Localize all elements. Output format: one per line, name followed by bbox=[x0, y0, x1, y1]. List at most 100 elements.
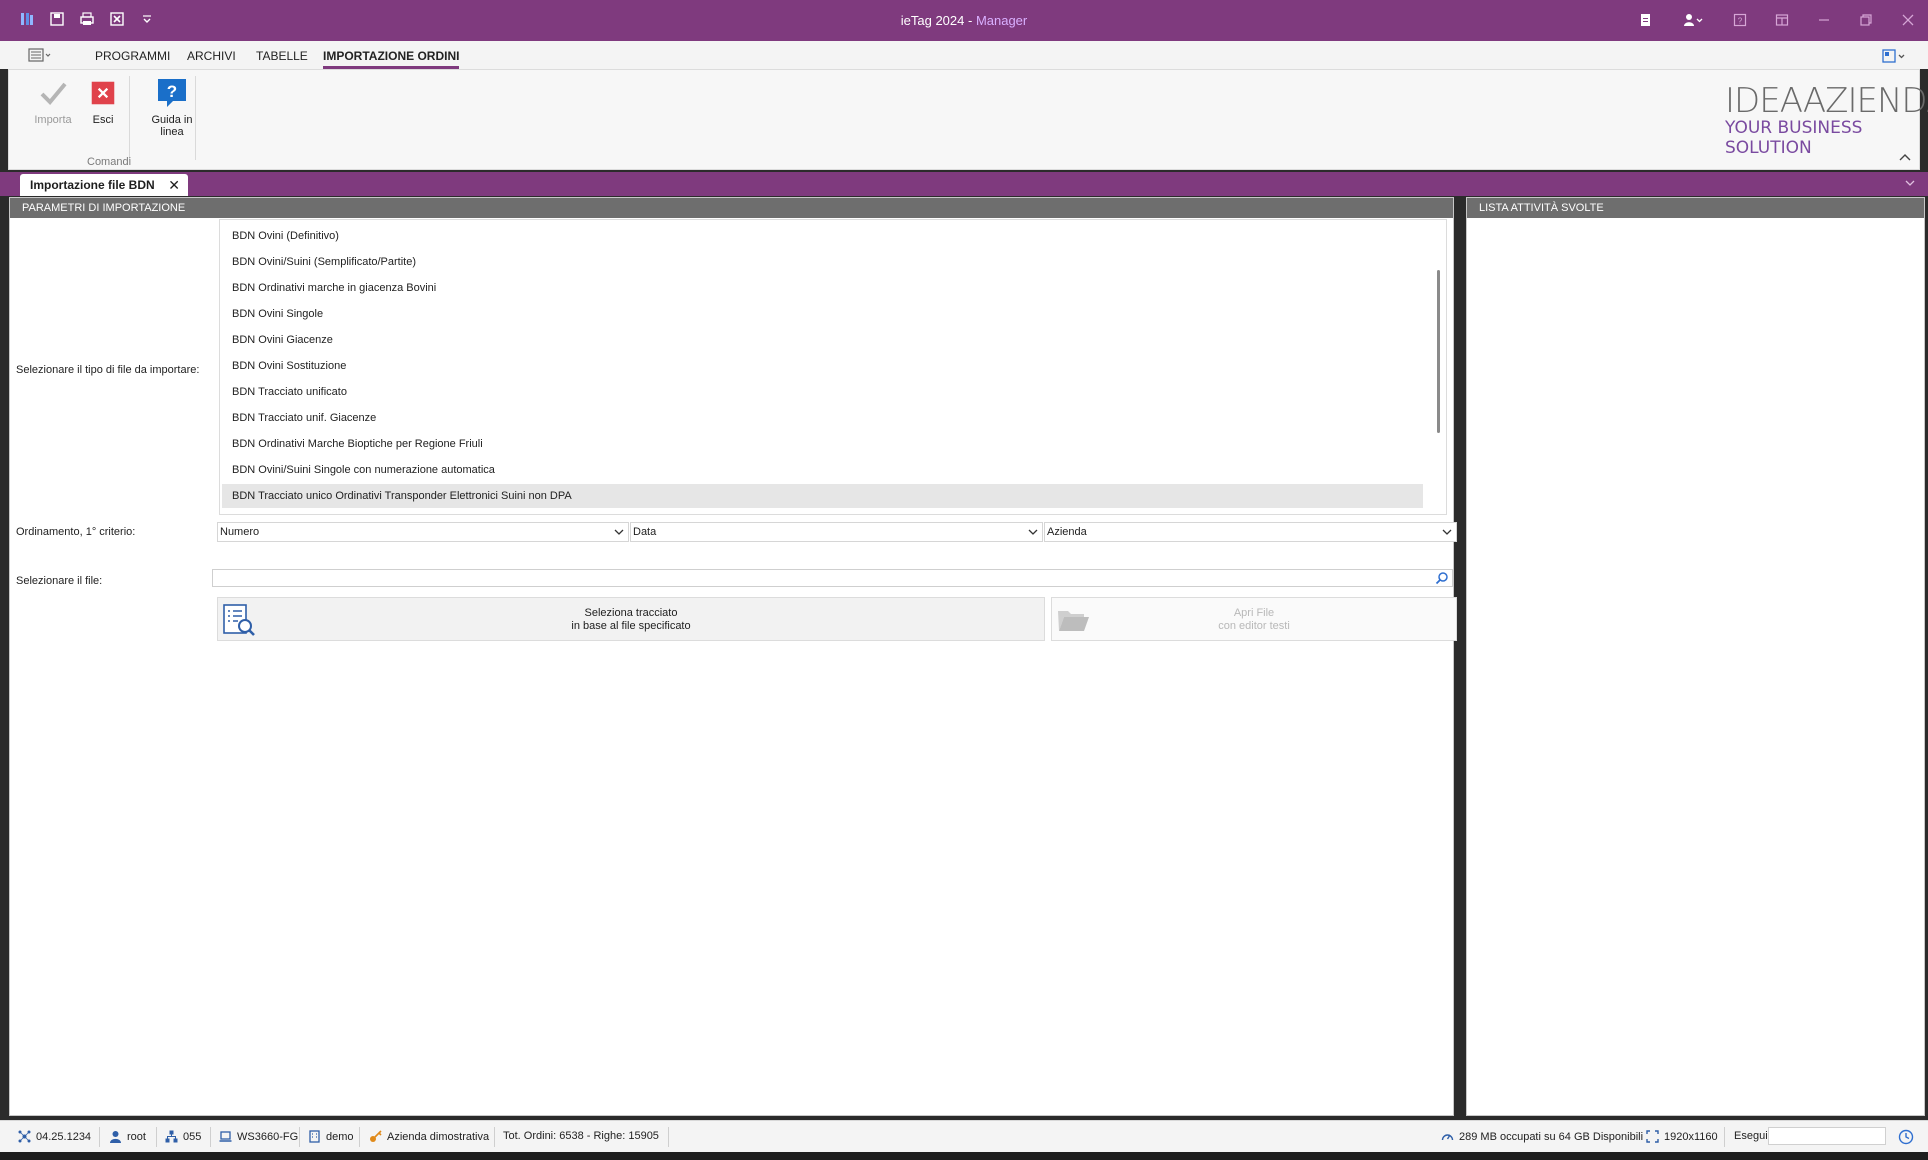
user-menu-icon[interactable] bbox=[1678, 8, 1708, 32]
layout-icon[interactable] bbox=[1772, 8, 1792, 32]
panel-header-parameters: PARAMETRI DI IMPORTAZIONE bbox=[10, 198, 1453, 218]
open-file-editor-button[interactable]: Apri File con editor testi bbox=[1051, 597, 1457, 641]
key-icon bbox=[370, 1130, 382, 1142]
status-bar: 04.25.1234 root 055 WS3660-FG demo Azien… bbox=[0, 1120, 1928, 1152]
list-item[interactable]: BDN Ordinativi Marche Bioptiche per Regi… bbox=[222, 432, 1423, 456]
gauge-icon bbox=[1441, 1134, 1454, 1141]
status-separator bbox=[359, 1127, 360, 1147]
list-item[interactable]: BDN Ovini/Suini (Semplificato/Partite) bbox=[222, 250, 1423, 274]
chevron-down-icon bbox=[1442, 529, 1452, 535]
company-text: Azienda dimostrativa bbox=[387, 1130, 490, 1143]
activity-list-panel: LISTA ATTIVITÀ SVOLTE bbox=[1466, 197, 1925, 1116]
file-type-label: Selezionare il tipo di file da importare… bbox=[16, 364, 200, 376]
select-layout-label-1: Seleziona tracciato bbox=[584, 607, 678, 619]
panel-header-activities: LISTA ATTIVITÀ SVOLTE bbox=[1467, 198, 1924, 218]
tab-list-chevron-icon[interactable] bbox=[1904, 177, 1916, 189]
exec-label: Esegui bbox=[1734, 1130, 1768, 1142]
ribbon: Importa Esci ? Guida in linea Comandi ID… bbox=[8, 69, 1928, 170]
list-item[interactable]: BDN Ovini Singole bbox=[222, 302, 1423, 326]
sort-combo-1-value: Numero bbox=[220, 526, 260, 538]
group-label-comandi: Comandi bbox=[87, 156, 132, 168]
status-separator bbox=[668, 1127, 669, 1147]
clock-icon[interactable] bbox=[1898, 1129, 1914, 1145]
tab-tabelle[interactable]: TABELLE bbox=[256, 49, 308, 63]
exit-icon bbox=[88, 78, 118, 108]
list-item[interactable]: BDN Ovini Sostituzione bbox=[222, 354, 1423, 378]
close-icon[interactable] bbox=[1898, 8, 1918, 32]
status-resolution: 1920x1160 bbox=[1646, 1130, 1718, 1143]
doc-tab-close-icon[interactable]: ✕ bbox=[168, 177, 180, 194]
title-role: Manager bbox=[975, 13, 1028, 28]
import-parameters-panel: PARAMETRI DI IMPORTAZIONE Selezionare il… bbox=[9, 197, 1457, 1116]
company-logo: IDEAAZIENDA YOUR BUSINESS SOLUTION bbox=[1725, 84, 1928, 158]
hierarchy-icon bbox=[165, 1130, 178, 1143]
search-icon[interactable] bbox=[1435, 571, 1449, 585]
status-database: demo bbox=[308, 1130, 354, 1143]
status-separator bbox=[494, 1127, 495, 1147]
tab-programmi[interactable]: PROGRAMMI bbox=[95, 49, 170, 63]
version-text: 04.25.1234 bbox=[36, 1130, 92, 1143]
list-item[interactable]: BDN Ordinativi marche in giacenza Bovini bbox=[222, 276, 1423, 300]
exec-command-input[interactable] bbox=[1768, 1127, 1886, 1145]
list-item[interactable]: BDN Ovini/Suini Singole con numerazione … bbox=[222, 458, 1423, 482]
list-scrollbar[interactable] bbox=[1437, 270, 1440, 433]
laptop-icon bbox=[219, 1131, 232, 1142]
list-item[interactable]: BDN Tracciato unif. Giacenze bbox=[222, 406, 1423, 430]
exit-button[interactable]: Esci bbox=[79, 78, 127, 126]
status-orders: Tot. Ordini: 6538 - Righe: 15905 bbox=[503, 1130, 659, 1142]
status-separator bbox=[99, 1127, 100, 1147]
import-label: Importa bbox=[34, 114, 72, 126]
doc-tab-label: Importazione file BDN bbox=[30, 178, 155, 192]
tab-archivi[interactable]: ARCHIVI bbox=[187, 49, 236, 63]
open-file-label-2: con editor testi bbox=[1218, 620, 1290, 632]
group-separator bbox=[195, 76, 196, 160]
help-icon[interactable]: ? bbox=[1730, 8, 1750, 32]
user-icon bbox=[110, 1131, 121, 1143]
select-layout-label-2: in base al file specificato bbox=[571, 620, 691, 632]
sort-combo-2[interactable]: Data bbox=[630, 522, 1043, 542]
list-item[interactable]: BDN Ovini (Definitivo) bbox=[222, 224, 1423, 248]
svg-text:?: ? bbox=[1738, 17, 1743, 26]
list-item[interactable]: BDN Tracciato unificato bbox=[222, 380, 1423, 404]
list-item[interactable]: BDN Ovini Giacenze bbox=[222, 328, 1423, 352]
svg-text:?: ? bbox=[167, 82, 177, 101]
minimize-icon[interactable] bbox=[1814, 8, 1834, 32]
status-user: root bbox=[109, 1130, 146, 1143]
disk-text: 289 MB occupati su 64 GB Disponibili bbox=[1459, 1130, 1644, 1143]
chevron-down-icon bbox=[1028, 529, 1038, 535]
open-file-label-1: Apri File bbox=[1233, 607, 1275, 619]
view-options-icon[interactable] bbox=[1882, 48, 1908, 64]
workstation-text: WS3660-FG bbox=[237, 1130, 299, 1143]
status-code: 055 bbox=[165, 1130, 201, 1143]
file-path-input[interactable] bbox=[212, 569, 1453, 587]
resolution-text: 1920x1160 bbox=[1664, 1130, 1718, 1143]
ribbon-tab-bar: PROGRAMMI ARCHIVI TABELLE IMPORTAZIONE O… bbox=[0, 41, 1928, 69]
doc-tab-importazione-bdn[interactable]: Importazione file BDN ✕ bbox=[20, 174, 188, 196]
list-item-selected[interactable]: BDN Tracciato unico Ordinativi Transpond… bbox=[222, 484, 1423, 508]
window-bottom-edge bbox=[0, 1152, 1928, 1160]
restore-icon[interactable] bbox=[1856, 8, 1876, 32]
collapse-ribbon-icon[interactable] bbox=[1899, 151, 1911, 161]
database-text: demo bbox=[326, 1130, 354, 1143]
user-text: root bbox=[127, 1130, 146, 1143]
group-separator bbox=[129, 76, 130, 160]
building-icon bbox=[309, 1130, 320, 1143]
tab-importazione-ordini[interactable]: IMPORTAZIONE ORDINI bbox=[323, 49, 460, 69]
status-disk: 289 MB occupati su 64 GB Disponibili bbox=[1441, 1130, 1643, 1143]
document-icon[interactable] bbox=[1636, 8, 1656, 32]
backstage-menu-icon[interactable] bbox=[28, 47, 52, 63]
sort-combo-3-value: Azienda bbox=[1047, 526, 1087, 538]
file-type-list[interactable]: BDN Ovini (Definitivo) BDN Ovini/Suini (… bbox=[219, 219, 1447, 515]
sort-combo-3[interactable]: Azienda bbox=[1044, 522, 1457, 542]
title-app-name: ieTag 2024 bbox=[900, 13, 965, 28]
sort-combo-1[interactable]: Numero bbox=[217, 522, 629, 542]
window-controls: ? bbox=[1636, 8, 1918, 32]
file-select-label: Selezionare il file: bbox=[16, 575, 103, 587]
select-layout-button[interactable]: Seleziona tracciato in base al file spec… bbox=[217, 597, 1045, 641]
sort-criterion-label: Ordinamento, 1° criterio: bbox=[16, 526, 136, 538]
title-separator: - bbox=[964, 13, 976, 28]
status-separator bbox=[299, 1127, 300, 1147]
import-button[interactable]: Importa bbox=[29, 78, 77, 126]
code-text: 055 bbox=[183, 1130, 202, 1143]
status-company: Azienda dimostrativa bbox=[369, 1130, 489, 1143]
